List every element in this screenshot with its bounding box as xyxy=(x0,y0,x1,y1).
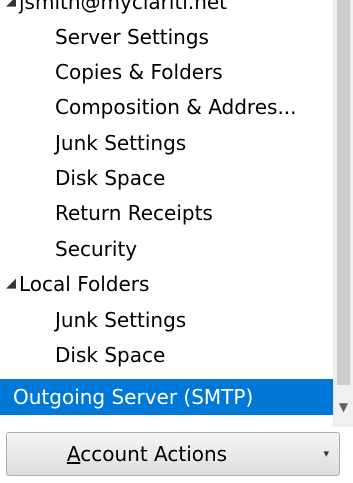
tree-item-label: Security xyxy=(55,237,138,261)
tree-item-local-junk-settings[interactable]: Junk Settings xyxy=(0,302,333,338)
tree-item-outgoing-server[interactable]: Outgoing Server (SMTP) xyxy=(0,379,333,415)
tree-item-label: Composition & Addres... xyxy=(55,95,297,119)
tree-item-composition-addressing[interactable]: Composition & Addres... xyxy=(0,89,333,125)
scrollbar-thumb[interactable] xyxy=(337,0,350,385)
tree-item-label: Disk Space xyxy=(55,166,166,190)
tree-item-label: Disk Space xyxy=(55,343,166,367)
expanded-triangle-icon[interactable]: ◢ xyxy=(4,266,18,302)
tree-item-return-receipts[interactable]: Return Receipts xyxy=(0,195,333,231)
tree-item-local-disk-space[interactable]: Disk Space xyxy=(0,337,333,373)
tree-item-label: Server Settings xyxy=(55,25,209,49)
tree-item-label: Return Receipts xyxy=(55,201,213,225)
local-folders-label: Local Folders xyxy=(19,272,150,296)
account-actions-button[interactable]: Account Actions ▾ xyxy=(6,432,340,476)
account-settings-tree: ◢ jsmith@myclariti.net Server Settings C… xyxy=(0,0,333,427)
account-actions-label: Account Actions xyxy=(7,433,287,475)
tree-scrollbar[interactable]: ▼ xyxy=(333,0,353,427)
tree-item-local-folders[interactable]: ◢ Local Folders xyxy=(0,266,333,302)
tree-item-junk-settings[interactable]: Junk Settings xyxy=(0,125,333,161)
tree-item-label: Outgoing Server (SMTP) xyxy=(13,385,254,409)
tree-item-security[interactable]: Security xyxy=(0,231,333,267)
scroll-down-arrow-icon[interactable]: ▼ xyxy=(334,392,353,422)
tree-item-label: Junk Settings xyxy=(55,131,187,155)
tree-item-copies-folders[interactable]: Copies & Folders xyxy=(0,54,333,90)
expanded-triangle-icon[interactable]: ◢ xyxy=(4,0,18,20)
dropdown-arrow-icon: ▾ xyxy=(323,447,329,460)
account-name: jsmith@myclariti.net xyxy=(19,0,228,14)
mnemonic-letter: A xyxy=(66,442,81,466)
tree-item-server-settings[interactable]: Server Settings xyxy=(0,19,333,55)
tree-item-label: Copies & Folders xyxy=(55,60,223,84)
tree-item-account[interactable]: ◢ jsmith@myclariti.net xyxy=(0,0,333,20)
account-actions-label-rest: ccount Actions xyxy=(80,442,228,466)
tree-item-label: Junk Settings xyxy=(55,308,187,332)
tree-item-disk-space[interactable]: Disk Space xyxy=(0,160,333,196)
